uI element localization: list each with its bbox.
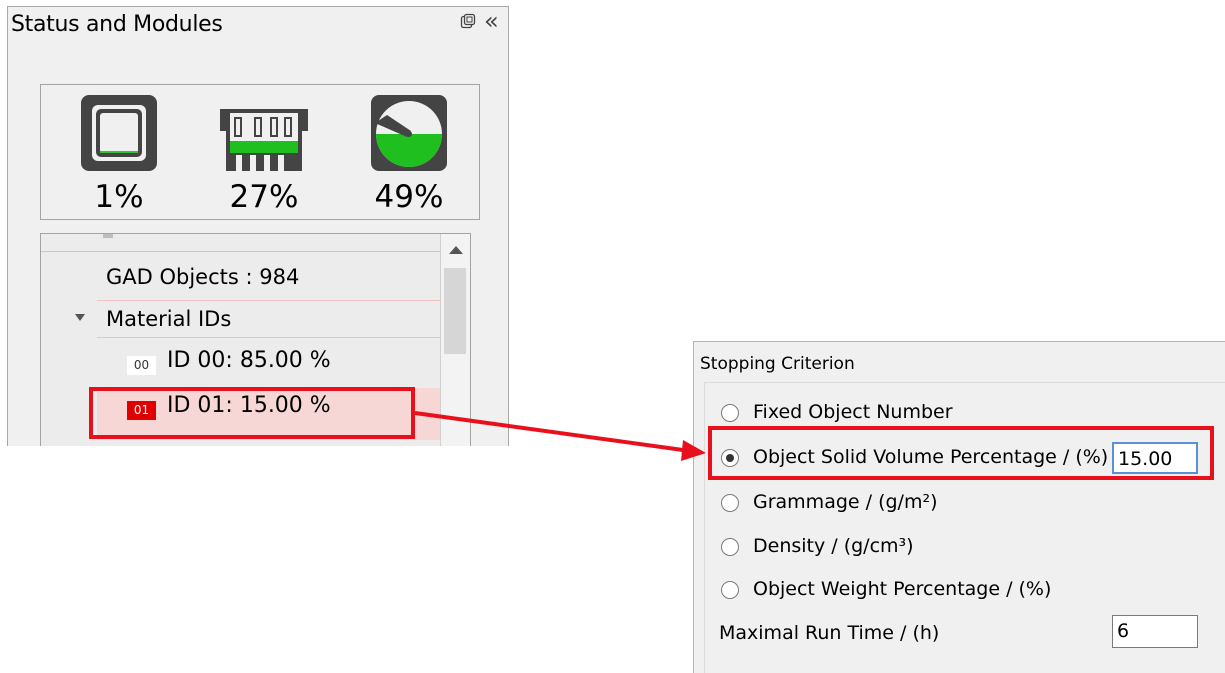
tree-item-material-ids[interactable]: Material IDs: [75, 300, 440, 338]
radio-button[interactable]: [721, 581, 739, 599]
scroll-up-arrow-icon[interactable]: [449, 246, 463, 254]
tree-partial-row: [103, 234, 113, 238]
status-modules-panel: Status and Modules « 1% 27% 49% GAD Obje…: [7, 6, 509, 446]
section-title: Stopping Criterion: [700, 354, 855, 374]
option-label: Grammage / (g/m²): [753, 491, 938, 513]
material-ids-label: Material IDs: [106, 307, 232, 331]
expand-arrow-icon[interactable]: [75, 314, 85, 321]
option-label: Fixed Object Number: [753, 401, 953, 423]
radio-button[interactable]: [721, 404, 739, 422]
disk-usage: 49%: [359, 93, 459, 217]
panel-title: Status and Modules: [11, 12, 223, 37]
tree-divider: [41, 251, 440, 252]
resource-monitor: 1% 27% 49%: [40, 84, 480, 220]
radio-button[interactable]: [721, 538, 739, 556]
option-grammage[interactable]: Grammage / (g/m²): [705, 489, 1205, 519]
memory-module-icon: [220, 109, 308, 171]
cpu-usage: 1%: [69, 93, 169, 217]
memory-usage: 27%: [214, 93, 314, 217]
max-run-time-input[interactable]: 6: [1112, 615, 1198, 648]
highlight-box-material-id: [89, 387, 415, 439]
option-fixed-object-number[interactable]: Fixed Object Number: [705, 399, 1205, 429]
double-chevron-left-icon[interactable]: «: [484, 7, 499, 35]
material-id-label: ID 00: 85.00 %: [167, 348, 331, 373]
material-color-badge: 00: [127, 356, 156, 375]
disk-value: 49%: [374, 179, 444, 215]
vertical-scrollbar[interactable]: [440, 234, 470, 446]
option-label: Density / (g/cm³): [753, 535, 914, 557]
memory-value: 27%: [229, 179, 299, 215]
cpu-value: 1%: [94, 179, 144, 215]
radio-button[interactable]: [721, 494, 739, 512]
max-run-time-label: Maximal Run Time / (h): [719, 622, 940, 644]
hard-disk-icon: [371, 95, 447, 171]
cpu-chip-icon: [81, 95, 157, 171]
restore-window-icon[interactable]: [460, 13, 476, 29]
option-density[interactable]: Density / (g/cm³): [705, 533, 1205, 563]
gad-objects-label: GAD Objects : 984: [106, 265, 300, 289]
scroll-thumb[interactable]: [444, 268, 466, 354]
highlight-box-volume-option: [708, 426, 1214, 480]
option-label: Object Weight Percentage / (%): [753, 578, 1052, 600]
option-object-weight-percentage[interactable]: Object Weight Percentage / (%): [705, 576, 1205, 606]
